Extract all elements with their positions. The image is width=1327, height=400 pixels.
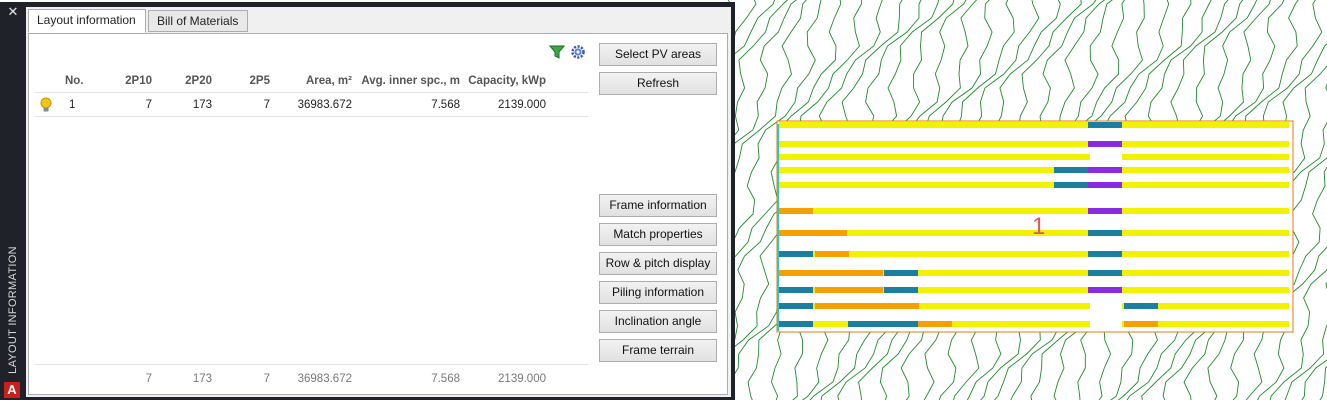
total-capacity: 2139.000 bbox=[498, 373, 546, 385]
filter-icon[interactable] bbox=[549, 44, 565, 60]
pv-row-gap bbox=[1090, 321, 1122, 327]
pv-row-segment bbox=[779, 287, 813, 293]
inclination-angle-button[interactable]: Inclination angle bbox=[599, 310, 717, 333]
pv-row-segment bbox=[848, 321, 918, 327]
palette-titlebar[interactable]: ✕ LAYOUT INFORMATION A bbox=[0, 2, 26, 400]
refresh-button[interactable]: Refresh bbox=[599, 72, 717, 95]
cell-capacity: 2139.000 bbox=[498, 99, 546, 111]
header-2p20[interactable]: 2P20 bbox=[152, 70, 212, 92]
pv-row-segment bbox=[1088, 167, 1122, 173]
layout-table: No. 2P10 2P20 2P5 Area, m² Avg. inner sp… bbox=[35, 70, 588, 366]
app-logo-icon: A bbox=[4, 382, 20, 398]
header-no[interactable]: No. bbox=[65, 70, 105, 92]
cell-avg-inner-spacing: 7.568 bbox=[431, 99, 460, 111]
layout-information-palette: ✕ LAYOUT INFORMATION A Layout informatio… bbox=[0, 2, 735, 400]
table-row[interactable]: 1 7 173 7 36983.672 7.568 2139.000 bbox=[35, 94, 588, 117]
pv-row-segment bbox=[1088, 141, 1122, 147]
palette-title: LAYOUT INFORMATION bbox=[7, 246, 19, 374]
match-properties-button[interactable]: Match properties bbox=[599, 223, 717, 246]
total-2p5: 7 bbox=[263, 373, 270, 385]
total-2p20: 173 bbox=[192, 373, 212, 385]
table-totals-row: 7 173 7 36983.672 7.568 2139.000 bbox=[35, 364, 588, 391]
pv-row bbox=[779, 122, 1289, 128]
palette-content: Layout information Bill of Materials No.… bbox=[26, 7, 731, 397]
pv-row-segment bbox=[1088, 251, 1122, 257]
pv-area-number: 1 bbox=[1032, 213, 1045, 240]
piling-information-button[interactable]: Piling information bbox=[599, 281, 717, 304]
pv-area-boundary bbox=[777, 124, 779, 331]
close-icon[interactable]: ✕ bbox=[6, 6, 20, 20]
pv-row-segment bbox=[779, 230, 847, 236]
layout-information-panel: No. 2P10 2P20 2P5 Area, m² Avg. inner sp… bbox=[28, 33, 728, 395]
frame-information-button[interactable]: Frame information bbox=[599, 194, 717, 217]
select-pv-areas-button[interactable]: Select PV areas bbox=[599, 43, 717, 66]
header-2p5[interactable]: 2P5 bbox=[212, 70, 270, 92]
pv-row-segment bbox=[1088, 270, 1122, 276]
pv-row bbox=[779, 182, 1289, 188]
pv-row-segment bbox=[815, 287, 883, 293]
pv-row bbox=[779, 154, 1289, 160]
pv-row-segment bbox=[884, 287, 918, 293]
total-avg-inner-spacing: 7.568 bbox=[431, 373, 460, 385]
settings-gear-icon[interactable] bbox=[570, 44, 586, 60]
pv-row bbox=[779, 251, 1289, 257]
cell-2p20: 173 bbox=[192, 99, 212, 111]
pv-row-segment bbox=[779, 208, 813, 214]
contour-line bbox=[1319, 366, 1327, 400]
pv-row-segment bbox=[1054, 182, 1088, 188]
pv-row bbox=[779, 141, 1289, 147]
header-area[interactable]: Area, m² bbox=[270, 70, 352, 92]
pv-row-segment bbox=[1088, 122, 1122, 128]
pv-row-segment bbox=[779, 303, 813, 309]
cell-no: 1 bbox=[69, 99, 76, 111]
pv-row-segment bbox=[1088, 182, 1122, 188]
pv-row-segment bbox=[779, 321, 813, 327]
lightbulb-icon bbox=[40, 97, 52, 112]
total-area: 36983.672 bbox=[297, 373, 352, 385]
pv-row bbox=[779, 167, 1289, 173]
pv-row-gap bbox=[1090, 303, 1122, 309]
cell-2p5: 7 bbox=[263, 99, 270, 111]
pv-row-segment bbox=[1124, 303, 1158, 309]
pv-row-segment bbox=[1088, 230, 1122, 236]
header-avg-inner-spacing[interactable]: Avg. inner spc., m bbox=[352, 70, 460, 92]
row-pitch-display-button[interactable]: Row & pitch display bbox=[599, 252, 717, 275]
pv-row-segment bbox=[779, 251, 813, 257]
pv-row-segment bbox=[815, 251, 849, 257]
pv-row-gap bbox=[1090, 154, 1122, 160]
header-2p10[interactable]: 2P10 bbox=[105, 70, 152, 92]
cell-area: 36983.672 bbox=[297, 99, 352, 111]
tab-bill-of-materials[interactable]: Bill of Materials bbox=[148, 10, 248, 32]
table-header-row: No. 2P10 2P20 2P5 Area, m² Avg. inner sp… bbox=[35, 70, 588, 93]
cell-2p10: 7 bbox=[145, 99, 152, 111]
pv-row-segment bbox=[1054, 167, 1088, 173]
pv-row-segment bbox=[918, 321, 952, 327]
pv-row-segment bbox=[884, 270, 918, 276]
pv-row-segment bbox=[1088, 208, 1122, 214]
pv-row-segment bbox=[779, 270, 883, 276]
pv-row-segment bbox=[1088, 287, 1122, 293]
header-capacity[interactable]: Capacity, kWp bbox=[460, 70, 546, 92]
pv-row-segment bbox=[815, 303, 919, 309]
frame-terrain-button[interactable]: Frame terrain bbox=[599, 339, 717, 362]
tab-layout-information[interactable]: Layout information bbox=[28, 9, 146, 33]
total-2p10: 7 bbox=[145, 373, 152, 385]
pv-row-segment bbox=[1124, 321, 1158, 327]
